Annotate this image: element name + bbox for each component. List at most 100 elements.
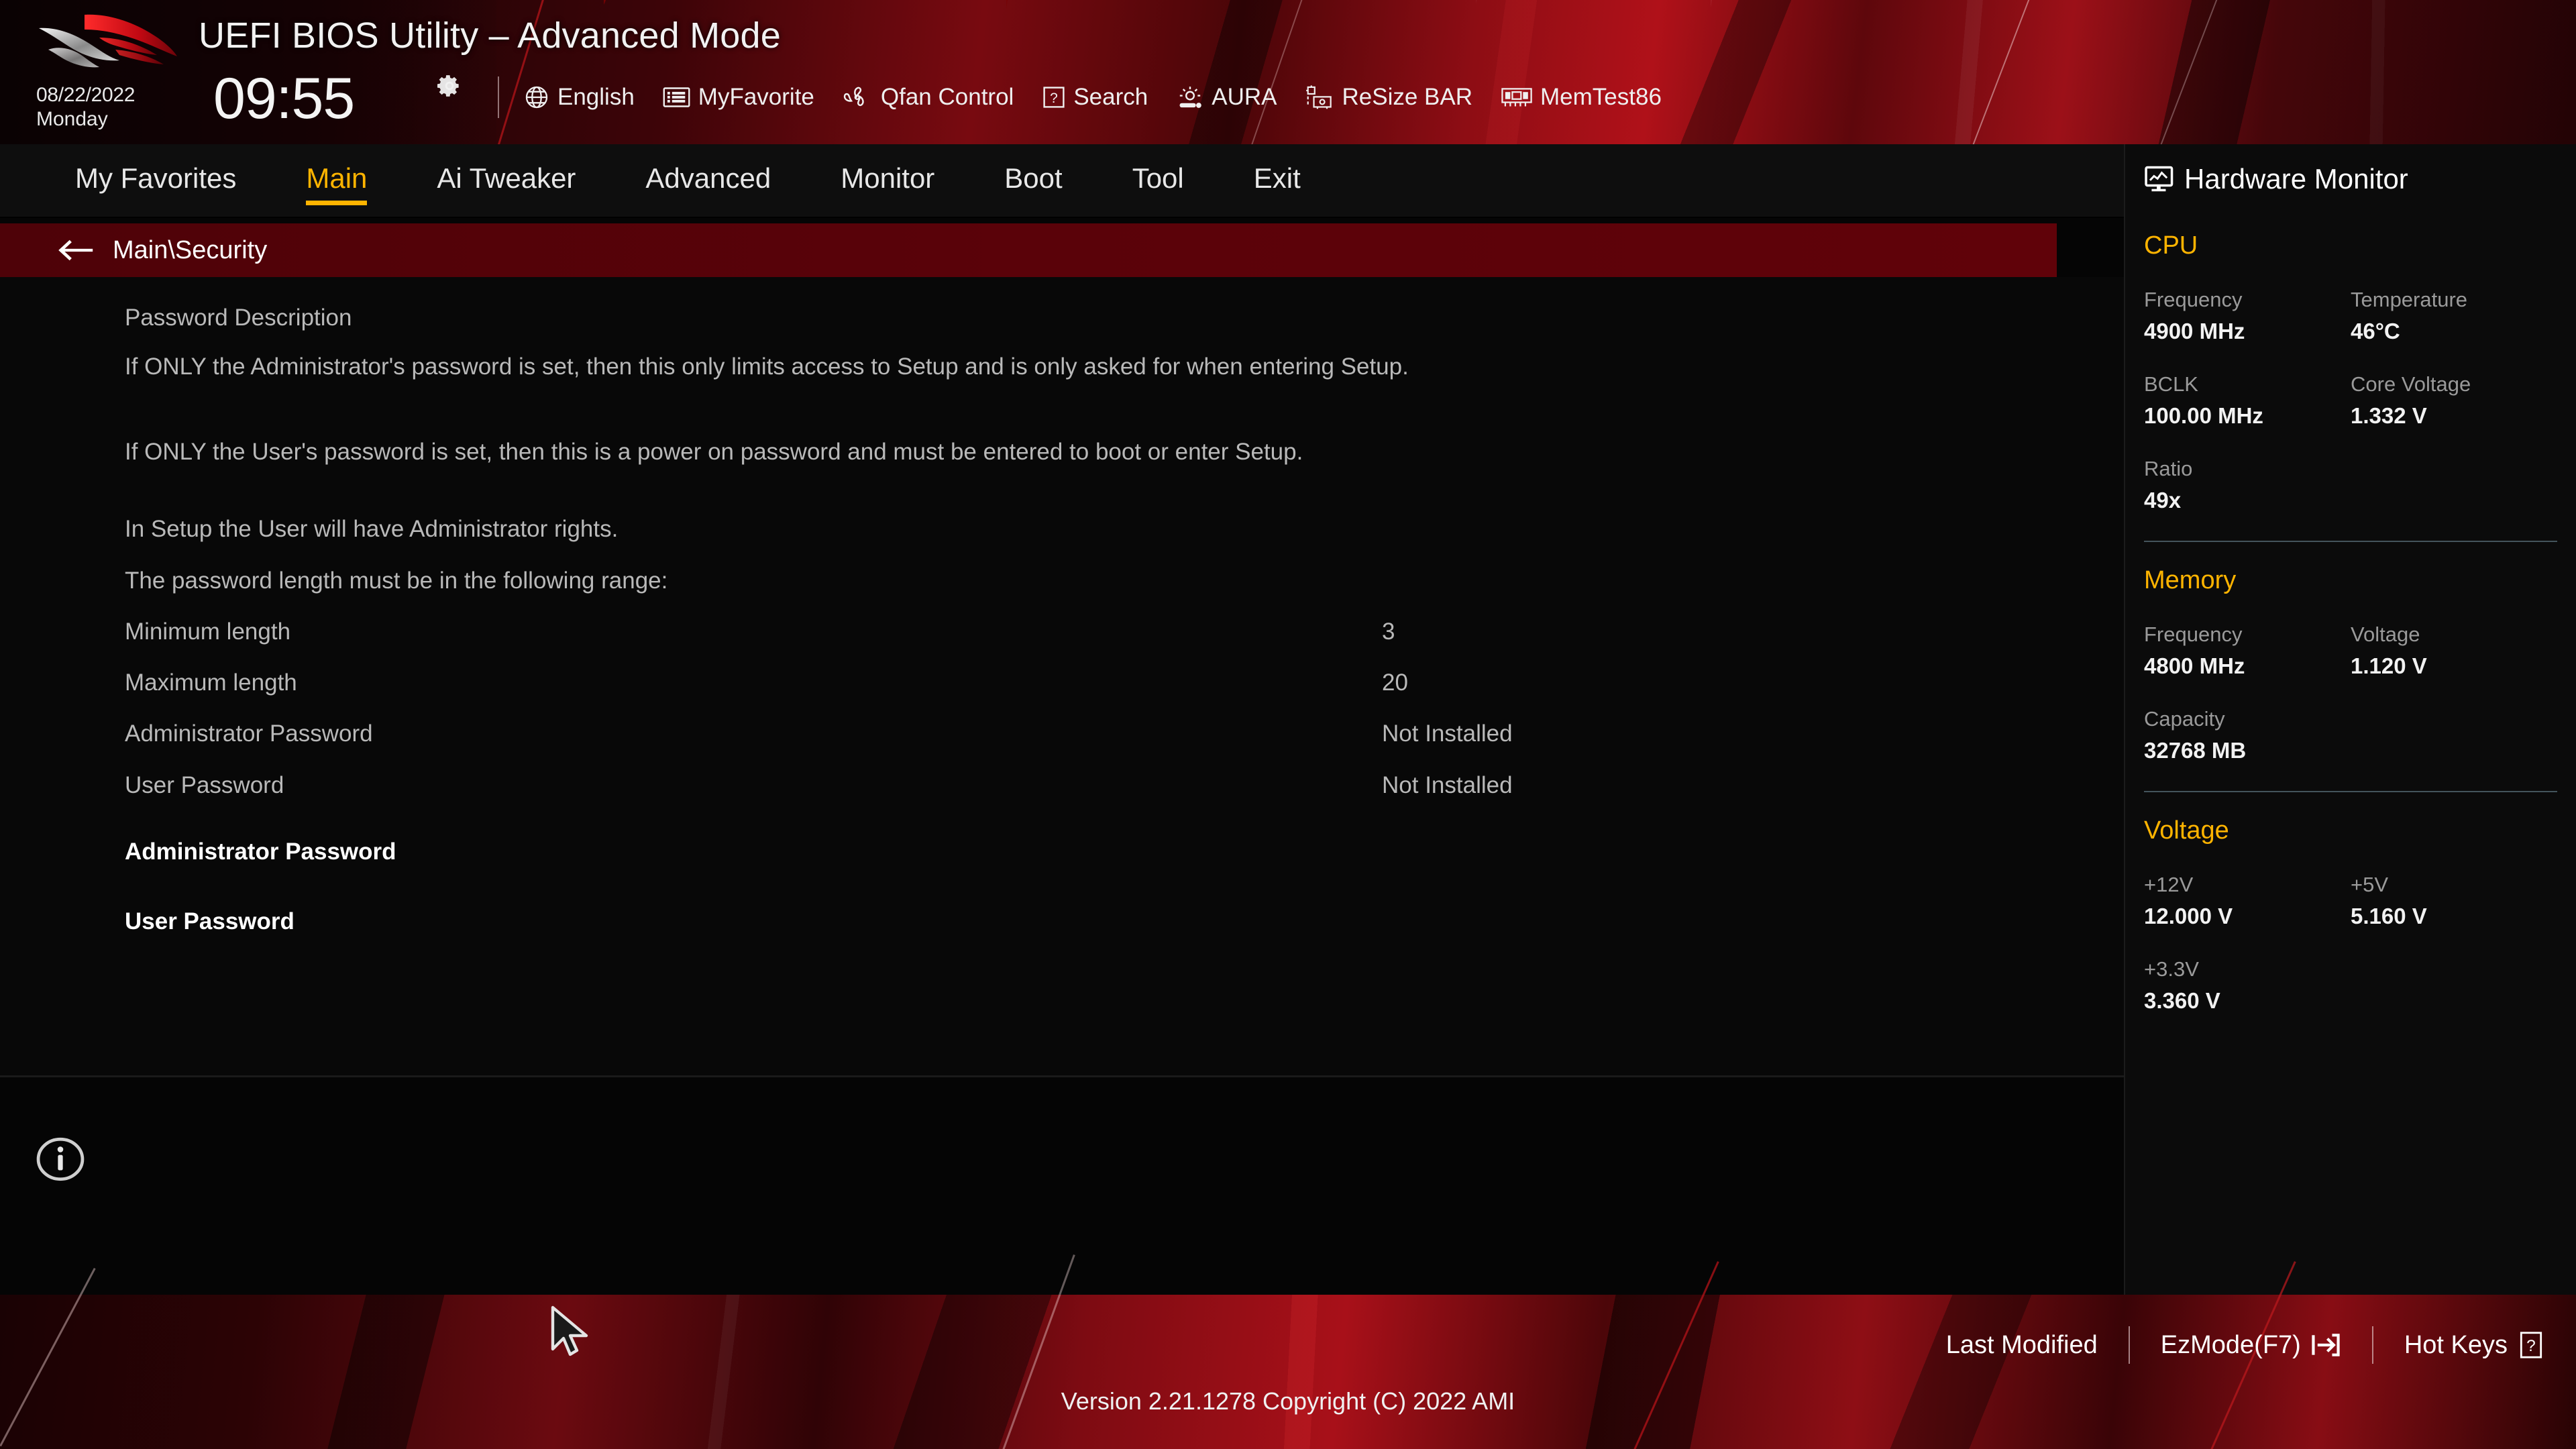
- password-paragraph-3: In Setup the User will have Administrato…: [125, 516, 619, 542]
- hw-group-title-cpu: CPU: [2144, 231, 2198, 260]
- hw-group-title-memory: Memory: [2144, 566, 2237, 594]
- memory-module-icon: [1501, 85, 1533, 109]
- row-user-password-status[interactable]: User Password Not Installed: [125, 771, 2124, 800]
- toolbar-item-search[interactable]: ? Search: [1042, 84, 1148, 111]
- toolbar-label-qfan-control: Qfan Control: [880, 84, 1014, 110]
- toolbar-label-search: Search: [1073, 84, 1148, 110]
- toolbar-label-aura: AURA: [1212, 84, 1277, 110]
- hw-pair-memory-2: Capacity 32768 MB: [2144, 706, 2557, 764]
- datetime-block: 08/22/2022 Monday: [36, 83, 204, 131]
- toolbar-item-language[interactable]: English: [523, 84, 635, 111]
- bios-screen: UEFI BIOS Utility – Advanced Mode 08/22/…: [0, 0, 2576, 1449]
- hw-cell-memory-frequency: Frequency 4800 MHz: [2144, 622, 2351, 680]
- toolbar-item-qfan-control[interactable]: Qfan Control: [843, 84, 1014, 111]
- rog-logo: [39, 14, 177, 68]
- password-paragraph-4: The password length must be in the follo…: [125, 568, 668, 594]
- row-administrator-password-status[interactable]: Administrator Password Not Installed: [125, 720, 2124, 748]
- password-paragraph-1: If ONLY the Administrator's password is …: [125, 354, 1409, 380]
- globe-icon: [523, 84, 550, 111]
- header-toolbar: English MyFavorite Qfan Control ? Search…: [523, 75, 1690, 119]
- tab-ai-tweaker[interactable]: Ai Tweaker: [437, 162, 576, 199]
- svg-text:?: ?: [2526, 1337, 2536, 1355]
- hw-value: 49x: [2144, 488, 2182, 513]
- tab-main[interactable]: Main: [306, 162, 368, 205]
- hw-divider-1: [2144, 541, 2557, 542]
- last-modified-label: Last Modified: [1945, 1330, 2098, 1359]
- row-minimum-length[interactable]: Minimum length 3: [125, 618, 2124, 646]
- hw-cell-voltage-5v: +5V 5.160 V: [2351, 872, 2557, 930]
- toolbar-item-memtest86[interactable]: MemTest86: [1501, 84, 1662, 111]
- header-separator: [498, 76, 499, 118]
- tab-monitor[interactable]: Monitor: [841, 162, 934, 199]
- current-time: 09:55: [213, 66, 355, 131]
- toolbar-item-aura[interactable]: AURA: [1176, 84, 1277, 111]
- monitor-chart-icon: [2145, 166, 2174, 192]
- hw-pair-cpu-2: BCLK 100.00 MHz Core Voltage 1.332 V: [2144, 372, 2557, 429]
- password-description-heading: Password Description: [125, 305, 352, 331]
- hot-keys-button[interactable]: Hot Keys ?: [2404, 1331, 2545, 1360]
- hw-value: 32768 MB: [2144, 738, 2247, 763]
- hw-label: Capacity: [2144, 707, 2225, 731]
- hardware-monitor-header: Hardware Monitor: [2125, 163, 2576, 195]
- hw-label: Voltage: [2351, 623, 2420, 646]
- action-administrator-password[interactable]: Administrator Password: [125, 838, 2124, 866]
- breadcrumb[interactable]: Main\Security: [0, 223, 2057, 277]
- breadcrumb-path: Main\Security: [113, 235, 268, 264]
- current-day: Monday: [36, 108, 108, 130]
- tab-advanced[interactable]: Advanced: [645, 162, 771, 199]
- gear-icon[interactable]: [436, 72, 463, 99]
- question-box-icon: ?: [1042, 85, 1066, 109]
- toolbar-item-myfavorite[interactable]: MyFavorite: [663, 84, 814, 111]
- hw-divider-2: [2144, 791, 2557, 792]
- tab-tool[interactable]: Tool: [1132, 162, 1184, 199]
- list-window-icon: [663, 85, 691, 109]
- toolbar-label-myfavorite: MyFavorite: [698, 84, 814, 110]
- tab-boot[interactable]: Boot: [1004, 162, 1062, 199]
- hw-cell-cpu-temperature: Temperature 46°C: [2351, 287, 2557, 345]
- footer-separator-2: [2371, 1326, 2373, 1364]
- hw-label: +12V: [2144, 873, 2194, 896]
- action-user-password[interactable]: User Password: [125, 908, 2124, 936]
- tab-my-favorites[interactable]: My Favorites: [75, 162, 236, 199]
- hw-group-cpu: CPU Frequency 4900 MHz Temperature 46°C …: [2125, 231, 2576, 514]
- footer-actions: Last Modified EzMode(F7) Hot Keys ?: [1946, 1308, 2545, 1382]
- back-arrow-icon[interactable]: [58, 237, 97, 264]
- hw-cell-voltage-12v: +12V 12.000 V: [2144, 872, 2351, 930]
- hw-cell-memory-voltage: Voltage 1.120 V: [2351, 622, 2557, 680]
- hw-label: Frequency: [2144, 623, 2243, 646]
- gpu-chip-icon: [1305, 84, 1334, 111]
- hw-cell-cpu-core-voltage: Core Voltage 1.332 V: [2351, 372, 2557, 429]
- info-panel: [0, 1077, 2124, 1295]
- last-modified-button[interactable]: Last Modified: [1946, 1331, 2098, 1360]
- ezmode-label: EzMode(F7): [2160, 1330, 2301, 1359]
- hw-label: Ratio: [2144, 457, 2193, 480]
- hw-group-voltage: Voltage +12V 12.000 V +5V 5.160 V +3.3V …: [2125, 816, 2576, 1014]
- hw-value: 12.000 V: [2144, 904, 2233, 928]
- row-label: Maximum length: [125, 669, 297, 696]
- toolbar-label-language: English: [557, 84, 635, 110]
- toolbar-item-resize-bar[interactable]: ReSize BAR: [1305, 84, 1472, 111]
- hw-cell-cpu-ratio: Ratio 49x: [2144, 456, 2359, 514]
- hw-cell-cpu-frequency: Frequency 4900 MHz: [2144, 287, 2351, 345]
- row-value: Not Installed: [1382, 720, 1513, 747]
- hw-label: BCLK: [2144, 372, 2198, 396]
- footer-streak-1: [0, 1268, 96, 1447]
- ezmode-button[interactable]: EzMode(F7): [2161, 1331, 2341, 1360]
- row-maximum-length[interactable]: Maximum length 20: [125, 669, 2124, 697]
- hw-group-title-voltage: Voltage: [2144, 816, 2229, 845]
- hw-pair-cpu-1: Frequency 4900 MHz Temperature 46°C: [2144, 287, 2557, 345]
- hw-label: +3.3V: [2144, 957, 2199, 981]
- footer-separator-1: [2128, 1326, 2130, 1364]
- hw-value: 4900 MHz: [2144, 319, 2245, 343]
- info-circle-icon[interactable]: [35, 1134, 86, 1185]
- hw-value: 46°C: [2351, 319, 2400, 343]
- hw-value: 1.332 V: [2351, 403, 2427, 428]
- tab-exit[interactable]: Exit: [1254, 162, 1301, 199]
- hw-pair-voltage-2: +3.3V 3.360 V: [2144, 957, 2557, 1014]
- hw-label: Core Voltage: [2351, 372, 2471, 396]
- svg-text:?: ?: [1050, 91, 1058, 106]
- hot-keys-label: Hot Keys: [2404, 1330, 2508, 1359]
- row-label: Minimum length: [125, 619, 291, 645]
- toolbar-label-resize-bar: ReSize BAR: [1342, 84, 1473, 110]
- hw-label: Frequency: [2144, 288, 2243, 311]
